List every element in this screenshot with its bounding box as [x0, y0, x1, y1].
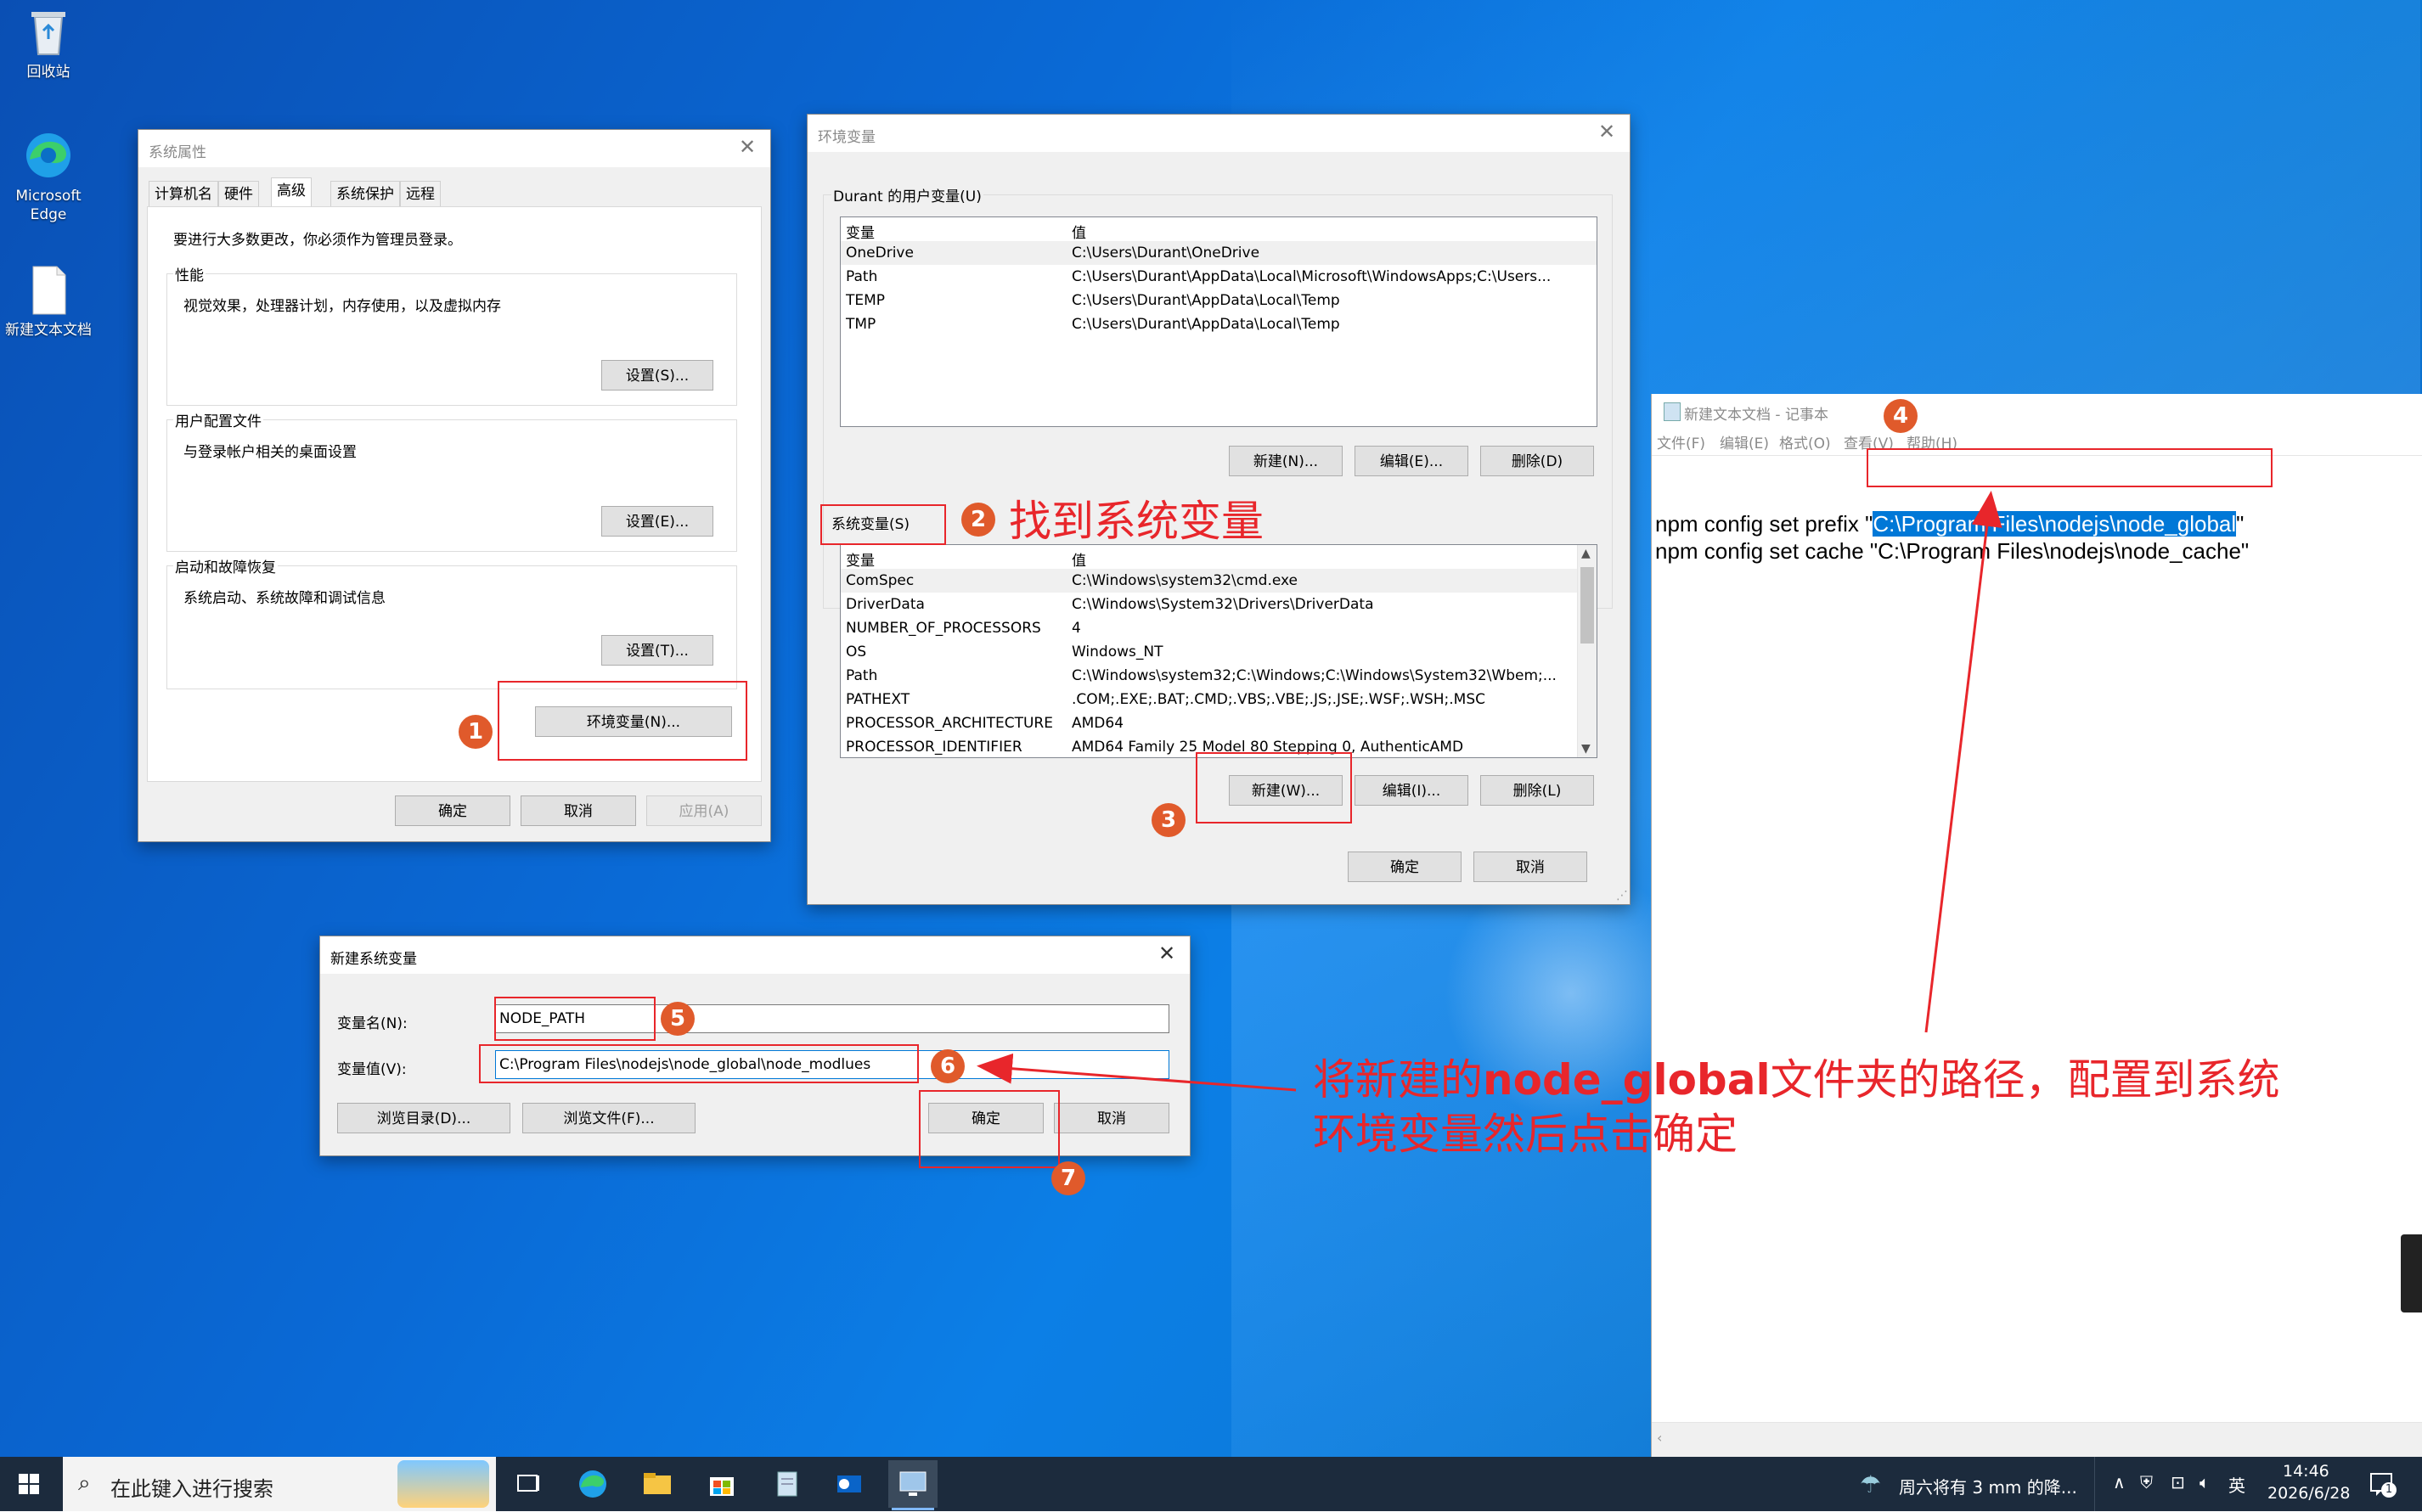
windows-start-icon[interactable] — [19, 1474, 39, 1494]
security-icon[interactable]: ⛨ — [2140, 1472, 2153, 1492]
network-icon[interactable]: ⊡ — [2171, 1472, 2185, 1492]
taskbar-search-box[interactable]: ⌕ 在此键入进行搜索 — [63, 1457, 496, 1511]
file-explorer-icon[interactable] — [639, 1465, 676, 1503]
notification-center-icon[interactable]: 1 — [2368, 1470, 2397, 1499]
ime-indicator[interactable]: 英 — [2228, 1472, 2245, 1497]
edge-taskbar-icon[interactable] — [574, 1465, 611, 1503]
system-properties-taskbar-icon[interactable] — [888, 1460, 938, 1508]
weather-icon[interactable]: ☂ — [1860, 1470, 1881, 1498]
annotation-instruction-line-1: 将新建的node_global文件夹的路径，配置到系统 — [1313, 1046, 2280, 1107]
annotation-text: 将新建的 — [1313, 1055, 1483, 1104]
chevron-up-icon[interactable]: ∧ — [2113, 1472, 2126, 1492]
search-highlight-image — [397, 1460, 489, 1508]
taskbar: ⌕ 在此键入进行搜索 ☂ 周六将有 3 mm 的降... ∧ ⛨ ⊡ 🔈︎ 英 … — [0, 1457, 2422, 1511]
active-app-indicator — [892, 1508, 934, 1510]
volume-icon[interactable]: 🔈︎ — [2200, 1472, 2210, 1492]
search-icon: ⌕ — [78, 1470, 91, 1496]
annotation-arrows — [977, 491, 2002, 1092]
arrow-to-node-global — [1924, 491, 2002, 1033]
arrow-to-value-field — [977, 1053, 1297, 1092]
annotation-instruction-line-2: 环境变量然后点击确定 — [1313, 1110, 1738, 1159]
outlook-icon[interactable] — [831, 1465, 868, 1503]
clock-date[interactable]: 2026/6/28 — [2267, 1484, 2350, 1503]
notification-count: 1 — [2381, 1482, 2397, 1498]
task-view-icon[interactable] — [510, 1465, 547, 1503]
notepad-taskbar-icon[interactable] — [768, 1465, 805, 1503]
store-icon[interactable] — [703, 1465, 741, 1503]
weather-text[interactable]: 周六将有 3 mm 的降... — [1899, 1474, 2077, 1498]
divider — [2094, 1457, 2095, 1511]
clock-time[interactable]: 14:46 — [2283, 1462, 2329, 1481]
annotation-bold: node_global — [1483, 1055, 1771, 1104]
annotation-text: 文件夹的路径，配置到系统 — [1770, 1055, 2280, 1104]
search-placeholder: 在此键入进行搜索 — [110, 1477, 273, 1501]
